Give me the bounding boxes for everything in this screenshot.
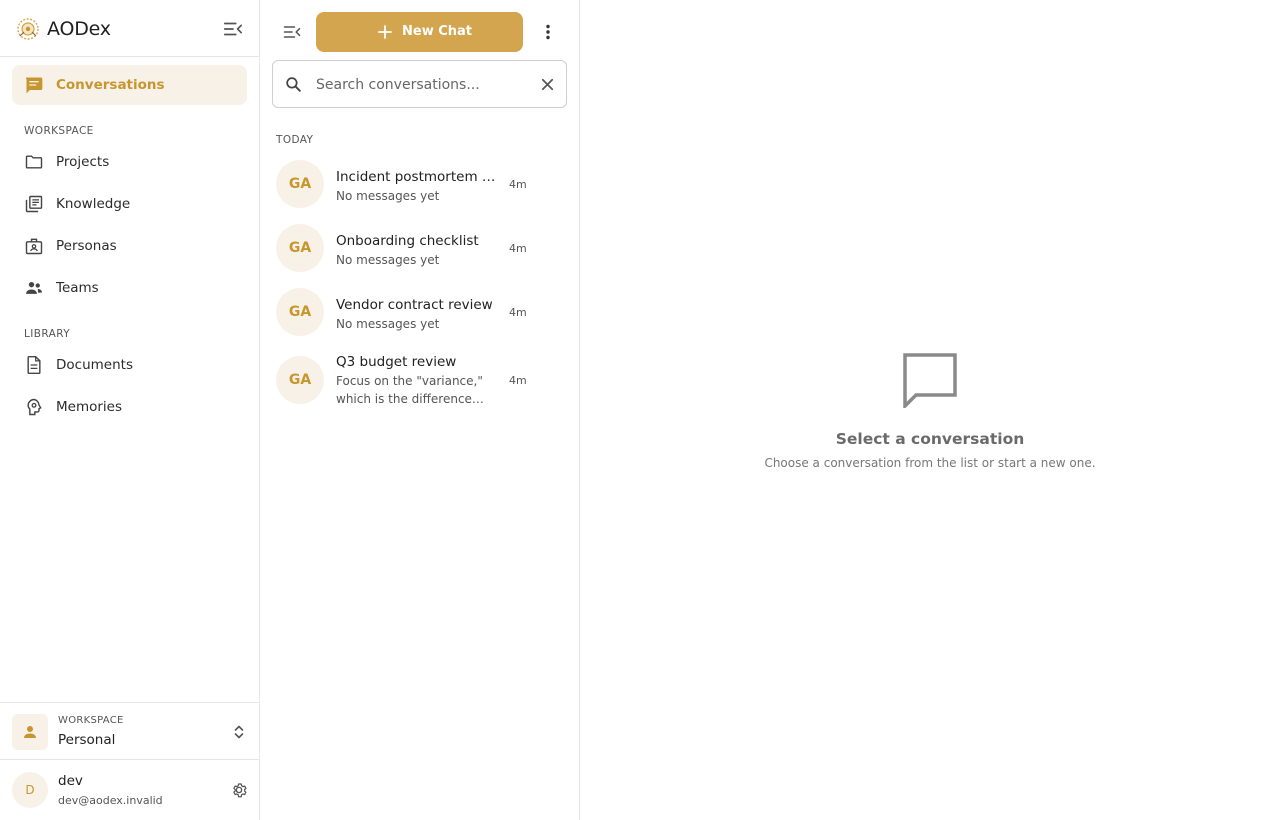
conversation-preview: Focus on the "variance," which is the di…	[336, 374, 483, 406]
conversation-time: 4m	[509, 178, 527, 191]
empty-state-title: Select a conversation	[835, 430, 1025, 448]
conversation-title: Vendor contract review	[336, 297, 493, 313]
workspace-avatar	[12, 714, 48, 750]
folder-icon	[24, 152, 44, 172]
section-label-workspace: WORKSPACE	[24, 125, 94, 137]
settings-button[interactable]	[230, 781, 248, 799]
conversation-title: Onboarding checklist	[336, 233, 479, 249]
conversation-preview: No messages yet	[336, 317, 440, 331]
search-input[interactable]	[316, 74, 526, 96]
sidebar-item-label: Personas	[56, 238, 117, 254]
conversation-time: 4m	[509, 374, 527, 387]
collapse-list-icon	[283, 26, 301, 38]
search-icon	[286, 77, 301, 92]
plus-icon	[378, 25, 392, 39]
sidebar-item-projects[interactable]: Projects	[12, 142, 247, 182]
conversation-avatar: GA	[276, 288, 324, 336]
sidebar-item-teams[interactable]: Teams	[12, 268, 247, 308]
conversation-preview: No messages yet	[336, 189, 440, 203]
more-vertical-icon	[546, 24, 550, 40]
workspace-name: Personal	[58, 732, 116, 748]
user-avatar: D	[12, 772, 48, 808]
sidebar: AODex Conversations WORKSPACE Projects K…	[0, 0, 260, 820]
sidebar-item-label: Memories	[56, 399, 123, 415]
toggle-list-button[interactable]	[282, 22, 302, 42]
conversation-title: Incident postmortem …	[336, 169, 496, 185]
conversation-time: 4m	[509, 306, 527, 319]
sidebar-item-label: Documents	[56, 357, 133, 373]
conversation-list-pane: New Chat TODAY GA Incident postmortem … …	[260, 0, 580, 820]
conversation-time: 4m	[509, 242, 527, 255]
conversation-item[interactable]: GA Q3 budget review Focus on the "varian…	[272, 352, 567, 412]
conversation-avatar: GA	[276, 160, 324, 208]
collapse-sidebar-icon	[223, 22, 243, 36]
more-options-button[interactable]	[538, 22, 558, 42]
workspace-caption: WORKSPACE	[58, 715, 124, 726]
conversation-item[interactable]: GA Incident postmortem … No messages yet…	[272, 160, 567, 210]
brand-header: AODex	[0, 0, 259, 57]
clear-search-icon[interactable]	[539, 76, 556, 93]
group-label-today: TODAY	[276, 134, 314, 146]
sidebar-item-memories[interactable]: Memories	[12, 387, 247, 427]
section-label-library: LIBRARY	[24, 328, 71, 340]
aodex-logo	[17, 18, 39, 40]
conversation-title: Q3 budget review	[336, 354, 457, 370]
app-name: AODex	[47, 18, 111, 40]
sidebar-item-conversations[interactable]: Conversations	[12, 65, 247, 105]
sidebar-item-label: Knowledge	[56, 196, 131, 212]
brain-icon	[24, 397, 44, 417]
library-icon	[24, 194, 44, 214]
empty-state-subtitle: Choose a conversation from the list or s…	[764, 456, 1096, 470]
user-name: dev	[58, 773, 83, 789]
user-email: dev@aodex.invalid	[58, 794, 163, 807]
sidebar-item-label: Projects	[56, 154, 110, 170]
chat-bubble-icon	[24, 75, 44, 95]
gear-icon	[233, 783, 247, 798]
chat-empty-icon	[903, 353, 957, 408]
people-icon	[24, 278, 44, 298]
new-chat-label: New Chat	[402, 24, 473, 39]
persona-badge-icon	[24, 236, 44, 256]
unfold-icon	[234, 725, 244, 739]
conversation-item[interactable]: GA Onboarding checklist No messages yet …	[272, 224, 567, 274]
conversation-preview: No messages yet	[336, 253, 440, 267]
sidebar-item-knowledge[interactable]: Knowledge	[12, 184, 247, 224]
sidebar-item-label: Conversations	[56, 77, 165, 93]
conversation-avatar: GA	[276, 224, 324, 272]
sidebar-item-personas[interactable]: Personas	[12, 226, 247, 266]
search-box	[272, 60, 567, 108]
document-icon	[24, 355, 44, 375]
collapse-sidebar-button[interactable]	[222, 18, 244, 40]
workspace-switcher[interactable]: WORKSPACE Personal	[0, 702, 259, 760]
conversation-avatar: GA	[276, 356, 324, 404]
new-chat-button[interactable]: New Chat	[316, 12, 523, 52]
conversation-item[interactable]: GA Vendor contract review No messages ye…	[272, 288, 567, 338]
sidebar-item-label: Teams	[56, 280, 99, 296]
sidebar-item-documents[interactable]: Documents	[12, 345, 247, 385]
person-icon	[24, 726, 36, 738]
